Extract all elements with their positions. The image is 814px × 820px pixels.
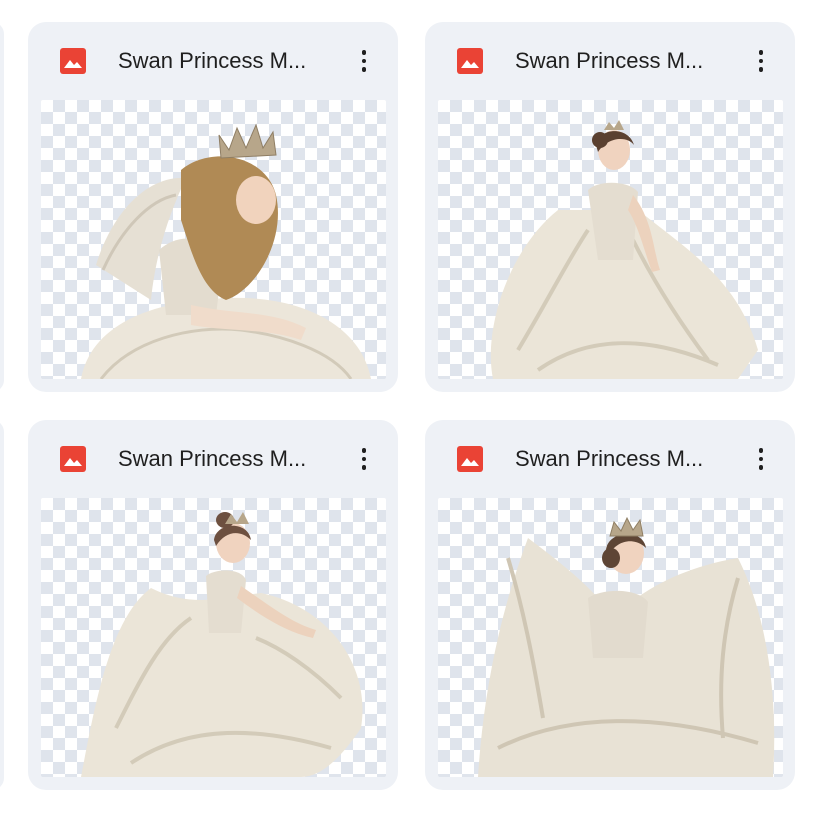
- file-card-header: Swan Princess M...: [28, 420, 398, 498]
- princess-image: [478, 516, 775, 777]
- princess-image: [81, 123, 371, 379]
- more-actions-button[interactable]: [350, 442, 378, 476]
- file-card[interactable]: Swan Princess M...: [425, 22, 795, 392]
- image-file-icon: [457, 446, 483, 472]
- princess-image: [490, 120, 758, 379]
- file-card-header: Swan Princess M...: [425, 22, 795, 100]
- file-card[interactable]: Swan Princess M...: [28, 420, 398, 790]
- file-title[interactable]: Swan Princess M...: [118, 46, 326, 76]
- file-thumbnail[interactable]: [438, 498, 783, 777]
- file-card[interactable]: Swan Princess M...: [425, 420, 795, 790]
- more-actions-button[interactable]: [350, 44, 378, 78]
- image-file-icon: [457, 48, 483, 74]
- file-title[interactable]: Swan Princess M...: [515, 46, 723, 76]
- file-card[interactable]: Swan Princess M...: [28, 22, 398, 392]
- file-thumbnail[interactable]: [438, 100, 783, 379]
- more-vert-icon: [758, 448, 764, 453]
- more-actions-button[interactable]: [747, 44, 775, 78]
- partial-file-card-left-top[interactable]: [0, 22, 4, 392]
- more-vert-icon: [361, 448, 367, 453]
- file-title[interactable]: Swan Princess M...: [515, 444, 723, 474]
- file-thumbnail[interactable]: [41, 498, 386, 777]
- image-file-icon: [60, 48, 86, 74]
- file-title[interactable]: Swan Princess M...: [118, 444, 326, 474]
- more-actions-button[interactable]: [747, 442, 775, 476]
- princess-image: [81, 512, 363, 777]
- file-card-header: Swan Princess M...: [28, 22, 398, 100]
- file-thumbnail[interactable]: [41, 100, 386, 379]
- file-card-header: Swan Princess M...: [425, 420, 795, 498]
- more-vert-icon: [758, 50, 764, 55]
- image-file-icon: [60, 446, 86, 472]
- partial-file-card-left-bottom[interactable]: [0, 420, 4, 790]
- more-vert-icon: [361, 50, 367, 55]
